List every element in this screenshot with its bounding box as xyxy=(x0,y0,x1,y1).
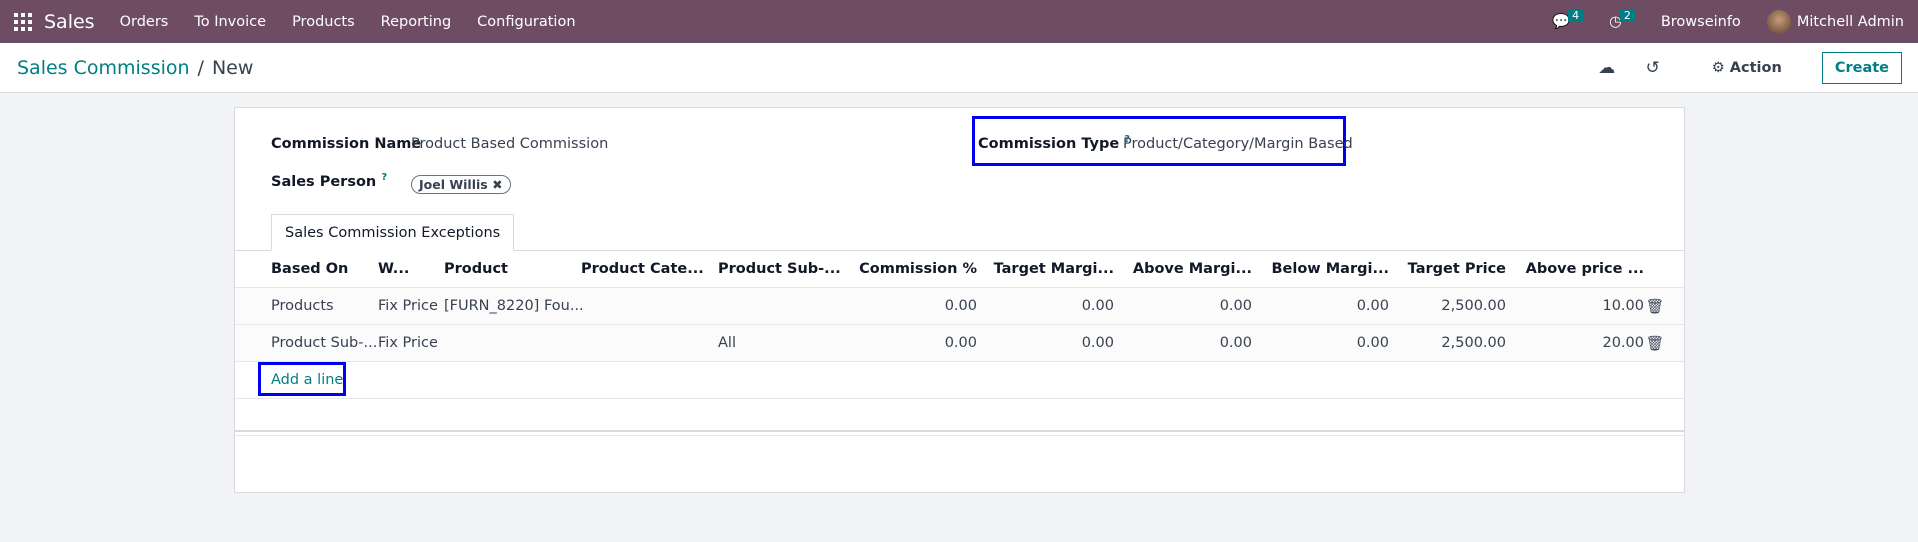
col-product-category[interactable]: Product Cate... xyxy=(581,261,704,277)
breadcrumb-sales-commission[interactable]: Sales Commission xyxy=(17,57,190,79)
cell-above-margin: 0.00 xyxy=(1219,335,1252,351)
company-switcher[interactable]: Browseinfo xyxy=(1661,14,1741,30)
menu-to-invoice[interactable]: To Invoice xyxy=(181,14,279,30)
activities-badge: 2 xyxy=(1619,8,1635,22)
table-header: Based On W... Product Product Cate... Pr… xyxy=(235,251,1684,288)
activities-button[interactable]: ◷ 2 xyxy=(1609,8,1635,30)
control-panel: Sales Commission / New ☁ ↺ ⚙ Action Create xyxy=(0,43,1918,93)
cell-target-margin: 0.00 xyxy=(1081,298,1114,314)
table-footer-divider xyxy=(235,430,1684,432)
col-target-price[interactable]: Target Price xyxy=(1408,261,1506,277)
col-product[interactable]: Product xyxy=(444,261,508,277)
table-row[interactable]: Product Sub-... Fix Price All 0.00 0.00 … xyxy=(235,325,1684,362)
action-button[interactable]: ⚙ Action xyxy=(1712,60,1782,76)
cell-target-price: 2,500.00 xyxy=(1441,335,1506,351)
commission-type-field[interactable]: Product/Category/Margin Based xyxy=(1123,136,1353,152)
cell-commission: 0.00 xyxy=(944,298,977,314)
cell-above-margin: 0.00 xyxy=(1219,298,1252,314)
gear-icon: ⚙ xyxy=(1711,59,1725,76)
add-a-line-link[interactable]: Add a line xyxy=(271,372,343,388)
col-product-sub[interactable]: Product Sub-... xyxy=(718,261,841,277)
user-name: Mitchell Admin xyxy=(1796,13,1904,30)
menu-reporting[interactable]: Reporting xyxy=(368,14,465,30)
avatar xyxy=(1766,9,1791,34)
messages-button[interactable]: 💬 4 xyxy=(1552,9,1584,30)
col-above-margin[interactable]: Above Margi... xyxy=(1133,261,1252,277)
discard-icon[interactable]: ↺ xyxy=(1638,58,1668,78)
tab-sales-commission-exceptions[interactable]: Sales Commission Exceptions xyxy=(271,214,515,251)
help-icon: ? xyxy=(381,172,388,183)
col-above-price[interactable]: Above price ... xyxy=(1526,261,1644,277)
commission-name-field[interactable]: Product Based Commission xyxy=(411,136,608,152)
cell-product: [FURN_8220] Fou... xyxy=(444,298,584,314)
sales-person-tag[interactable]: Joel Willis ✖ xyxy=(411,175,511,194)
exceptions-table: Based On W... Product Product Cate... Pr… xyxy=(235,251,1684,436)
cell-above-price: 10.00 xyxy=(1602,298,1644,314)
commission-name-label: Commission Name xyxy=(271,136,422,152)
cell-below-margin: 0.00 xyxy=(1356,298,1389,314)
user-menu[interactable]: Mitchell Admin xyxy=(1766,9,1904,34)
commission-type-label: Commission Type ? xyxy=(978,134,1131,152)
breadcrumb: Sales Commission / New xyxy=(17,56,254,79)
col-based-on[interactable]: Based On xyxy=(271,261,348,277)
col-commission-pct[interactable]: Commission % xyxy=(859,261,977,277)
cell-commission: 0.00 xyxy=(944,335,977,351)
create-button[interactable]: Create xyxy=(1821,51,1902,84)
table-row[interactable]: Products Fix Price [FURN_8220] Fou... 0.… xyxy=(235,288,1684,325)
col-below-margin[interactable]: Below Margi... xyxy=(1271,261,1389,277)
cell-target-margin: 0.00 xyxy=(1081,335,1114,351)
col-target-margin[interactable]: Target Margi... xyxy=(994,261,1114,277)
cell-target-price: 2,500.00 xyxy=(1441,298,1506,314)
cell-w: Fix Price xyxy=(378,298,438,314)
menu-products[interactable]: Products xyxy=(279,14,368,30)
app-name[interactable]: Sales xyxy=(44,11,95,33)
menu-configuration[interactable]: Configuration xyxy=(464,14,588,30)
cell-sub: All xyxy=(718,335,736,351)
form-sheet: Commission Name Product Based Commission… xyxy=(234,107,1685,493)
cell-above-price: 20.00 xyxy=(1602,335,1644,351)
cell-w: Fix Price xyxy=(378,335,438,351)
col-w[interactable]: W... xyxy=(378,261,409,277)
sales-person-label: Sales Person ? xyxy=(271,172,388,190)
save-cloud-icon[interactable]: ☁ xyxy=(1592,58,1622,78)
remove-tag-icon[interactable]: ✖ xyxy=(492,177,502,192)
trash-icon[interactable]: 🗑 xyxy=(1646,298,1664,315)
cell-based-on: Products xyxy=(271,298,334,314)
cell-below-margin: 0.00 xyxy=(1356,335,1389,351)
cell-based-on: Product Sub-... xyxy=(271,335,378,351)
top-navbar: Sales Orders To Invoice Products Reporti… xyxy=(0,0,1918,43)
breadcrumb-current: New xyxy=(211,56,254,79)
add-line-row: Add a line xyxy=(235,362,1684,399)
trash-icon[interactable]: 🗑 xyxy=(1646,335,1664,352)
app-menu-icon[interactable] xyxy=(14,12,32,31)
menu-orders[interactable]: Orders xyxy=(107,14,182,30)
messages-badge: 4 xyxy=(1568,9,1584,22)
